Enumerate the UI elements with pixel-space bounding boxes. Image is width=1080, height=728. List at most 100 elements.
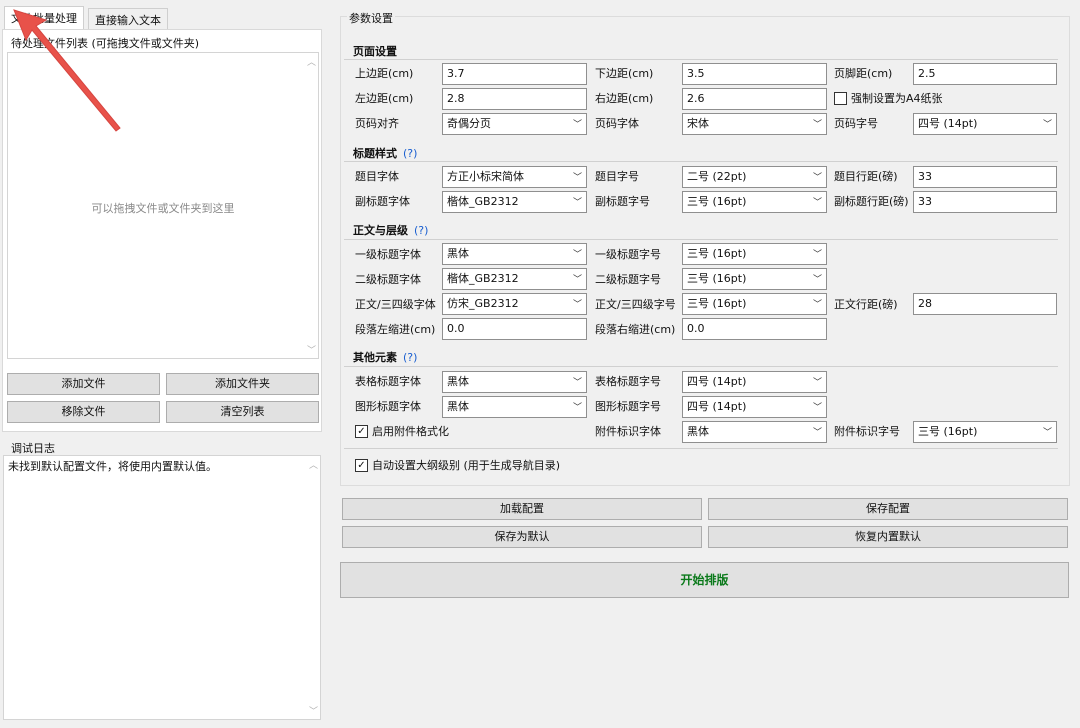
title-style-help-link[interactable]: (?) bbox=[403, 147, 417, 160]
attach-font-select[interactable]: 黑体 ﹀ bbox=[682, 421, 827, 443]
log-label: 调试日志 bbox=[11, 442, 55, 455]
scroll-down-icon[interactable]: ﹀ bbox=[307, 343, 316, 356]
chevron-down-icon: ﹀ bbox=[1042, 120, 1052, 130]
figure-size-select[interactable]: 四号 (14pt) ﹀ bbox=[682, 396, 827, 418]
log-textbox[interactable]: 未找到默认配置文件，将使用内置默认值。 ︿ ﹀ bbox=[3, 455, 321, 720]
h1-size-label: 一级标题字号 bbox=[595, 248, 661, 261]
force-a4-label: 强制设置为A4纸张 bbox=[851, 92, 943, 105]
auto-outline-checkbox[interactable]: ✓ bbox=[355, 459, 368, 472]
table-font-select[interactable]: 黑体 ﹀ bbox=[442, 371, 587, 393]
chevron-down-icon: ﹀ bbox=[572, 173, 582, 183]
divider bbox=[344, 448, 1058, 449]
page-size-label: 页码字号 bbox=[834, 117, 878, 130]
load-config-button[interactable]: 加载配置 bbox=[342, 498, 702, 520]
start-format-button[interactable]: 开始排版 bbox=[340, 562, 1069, 598]
page-font-select[interactable]: 宋体 ﹀ bbox=[682, 113, 827, 135]
body-spacing-label: 正文行距(磅) bbox=[834, 298, 898, 311]
subtitle-font-select[interactable]: 楷体_GB2312 ﹀ bbox=[442, 191, 587, 213]
h1-font-label: 一级标题字体 bbox=[355, 248, 421, 261]
table-size-label: 表格标题字号 bbox=[595, 375, 661, 388]
restore-default-button[interactable]: 恢复内置默认 bbox=[708, 526, 1068, 548]
h2-size-select[interactable]: 三号 (16pt) ﹀ bbox=[682, 268, 827, 290]
chevron-down-icon: ﹀ bbox=[812, 378, 822, 388]
table-size-select[interactable]: 四号 (14pt) ﹀ bbox=[682, 371, 827, 393]
left-margin-input[interactable]: 2.8 bbox=[442, 88, 587, 110]
title-spacing-input[interactable]: 33 bbox=[913, 166, 1057, 188]
force-a4-checkbox[interactable] bbox=[834, 92, 847, 105]
params-title: 参数设置 bbox=[347, 10, 395, 26]
right-margin-input[interactable]: 2.6 bbox=[682, 88, 827, 110]
page-font-label: 页码字体 bbox=[595, 117, 639, 130]
log-text: 未找到默认配置文件，将使用内置默认值。 bbox=[8, 460, 217, 473]
subtitle-spacing-input[interactable]: 33 bbox=[913, 191, 1057, 213]
bottom-margin-label: 下边距(cm) bbox=[595, 67, 654, 80]
attach-format-label: 启用附件格式化 bbox=[372, 425, 449, 438]
figure-font-label: 图形标题字体 bbox=[355, 400, 421, 413]
remove-file-button[interactable]: 移除文件 bbox=[7, 401, 160, 423]
left-margin-label: 左边距(cm) bbox=[355, 92, 414, 105]
body-font-select[interactable]: 仿宋_GB2312 ﹀ bbox=[442, 293, 587, 315]
h2-size-label: 二级标题字号 bbox=[595, 273, 661, 286]
title-font-label: 题目字体 bbox=[355, 170, 399, 183]
indent-left-label: 段落左缩进(cm) bbox=[355, 323, 436, 336]
title-font-select[interactable]: 方正小标宋简体 ﹀ bbox=[442, 166, 587, 188]
chevron-down-icon: ﹀ bbox=[1042, 428, 1052, 438]
bottom-margin-input[interactable]: 3.5 bbox=[682, 63, 827, 85]
title-size-select[interactable]: 二号 (22pt) ﹀ bbox=[682, 166, 827, 188]
auto-outline-label: 自动设置大纲级别 (用于生成导航目录) bbox=[372, 459, 561, 472]
h1-font-select[interactable]: 黑体 ﹀ bbox=[442, 243, 587, 265]
section-other-elements: 其他元素 (?) bbox=[353, 351, 418, 364]
subtitle-size-select[interactable]: 三号 (16pt) ﹀ bbox=[682, 191, 827, 213]
section-title-style: 标题样式 (?) bbox=[353, 147, 418, 160]
chevron-down-icon: ﹀ bbox=[812, 250, 822, 260]
attach-size-label: 附件标识字号 bbox=[834, 425, 900, 438]
chevron-down-icon: ﹀ bbox=[812, 173, 822, 183]
body-levels-help-link[interactable]: (?) bbox=[414, 224, 428, 237]
log-scroll-up-icon[interactable]: ︿ bbox=[309, 458, 318, 471]
save-default-button[interactable]: 保存为默认 bbox=[342, 526, 702, 548]
page-size-select[interactable]: 四号 (14pt) ﹀ bbox=[913, 113, 1057, 135]
body-spacing-input[interactable]: 28 bbox=[913, 293, 1057, 315]
log-scroll-down-icon[interactable]: ﹀ bbox=[309, 704, 318, 717]
page-align-select[interactable]: 奇偶分页 ﹀ bbox=[442, 113, 587, 135]
indent-right-input[interactable]: 0.0 bbox=[682, 318, 827, 340]
top-margin-input[interactable]: 3.7 bbox=[442, 63, 587, 85]
footer-distance-input[interactable]: 2.5 bbox=[913, 63, 1057, 85]
title-spacing-label: 题目行距(磅) bbox=[834, 170, 898, 183]
scroll-up-icon[interactable]: ︿ bbox=[307, 55, 316, 68]
h2-font-select[interactable]: 楷体_GB2312 ﹀ bbox=[442, 268, 587, 290]
drop-hint: 可以拖拽文件或文件夹到这里 bbox=[91, 202, 235, 215]
divider bbox=[344, 239, 1058, 240]
divider bbox=[344, 366, 1058, 367]
figure-font-select[interactable]: 黑体 ﹀ bbox=[442, 396, 587, 418]
indent-left-input[interactable]: 0.0 bbox=[442, 318, 587, 340]
chevron-down-icon: ﹀ bbox=[812, 120, 822, 130]
chevron-down-icon: ﹀ bbox=[812, 428, 822, 438]
h2-font-label: 二级标题字体 bbox=[355, 273, 421, 286]
add-file-button[interactable]: 添加文件 bbox=[7, 373, 160, 395]
section-body-levels: 正文与层级 (?) bbox=[353, 224, 429, 237]
h1-size-select[interactable]: 三号 (16pt) ﹀ bbox=[682, 243, 827, 265]
chevron-down-icon: ﹀ bbox=[572, 378, 582, 388]
section-page-setup: 页面设置 bbox=[353, 45, 397, 58]
title-size-label: 题目字号 bbox=[595, 170, 639, 183]
attach-size-select[interactable]: 三号 (16pt) ﹀ bbox=[913, 421, 1057, 443]
subtitle-font-label: 副标题字体 bbox=[355, 195, 410, 208]
clear-list-button[interactable]: 清空列表 bbox=[166, 401, 319, 423]
attach-format-checkbox[interactable]: ✓ bbox=[355, 425, 368, 438]
chevron-down-icon: ﹀ bbox=[572, 198, 582, 208]
body-size-select[interactable]: 三号 (16pt) ﹀ bbox=[682, 293, 827, 315]
chevron-down-icon: ﹀ bbox=[812, 275, 822, 285]
chevron-down-icon: ﹀ bbox=[812, 403, 822, 413]
table-font-label: 表格标题字体 bbox=[355, 375, 421, 388]
other-help-link[interactable]: (?) bbox=[403, 351, 417, 364]
right-margin-label: 右边距(cm) bbox=[595, 92, 654, 105]
annotation-arrow-icon bbox=[13, 9, 121, 132]
chevron-down-icon: ﹀ bbox=[572, 275, 582, 285]
subtitle-spacing-label: 副标题行距(磅) bbox=[834, 195, 909, 208]
add-folder-button[interactable]: 添加文件夹 bbox=[166, 373, 319, 395]
chevron-down-icon: ﹀ bbox=[812, 198, 822, 208]
save-config-button[interactable]: 保存配置 bbox=[708, 498, 1068, 520]
attach-font-label: 附件标识字体 bbox=[595, 425, 661, 438]
chevron-down-icon: ﹀ bbox=[572, 300, 582, 310]
